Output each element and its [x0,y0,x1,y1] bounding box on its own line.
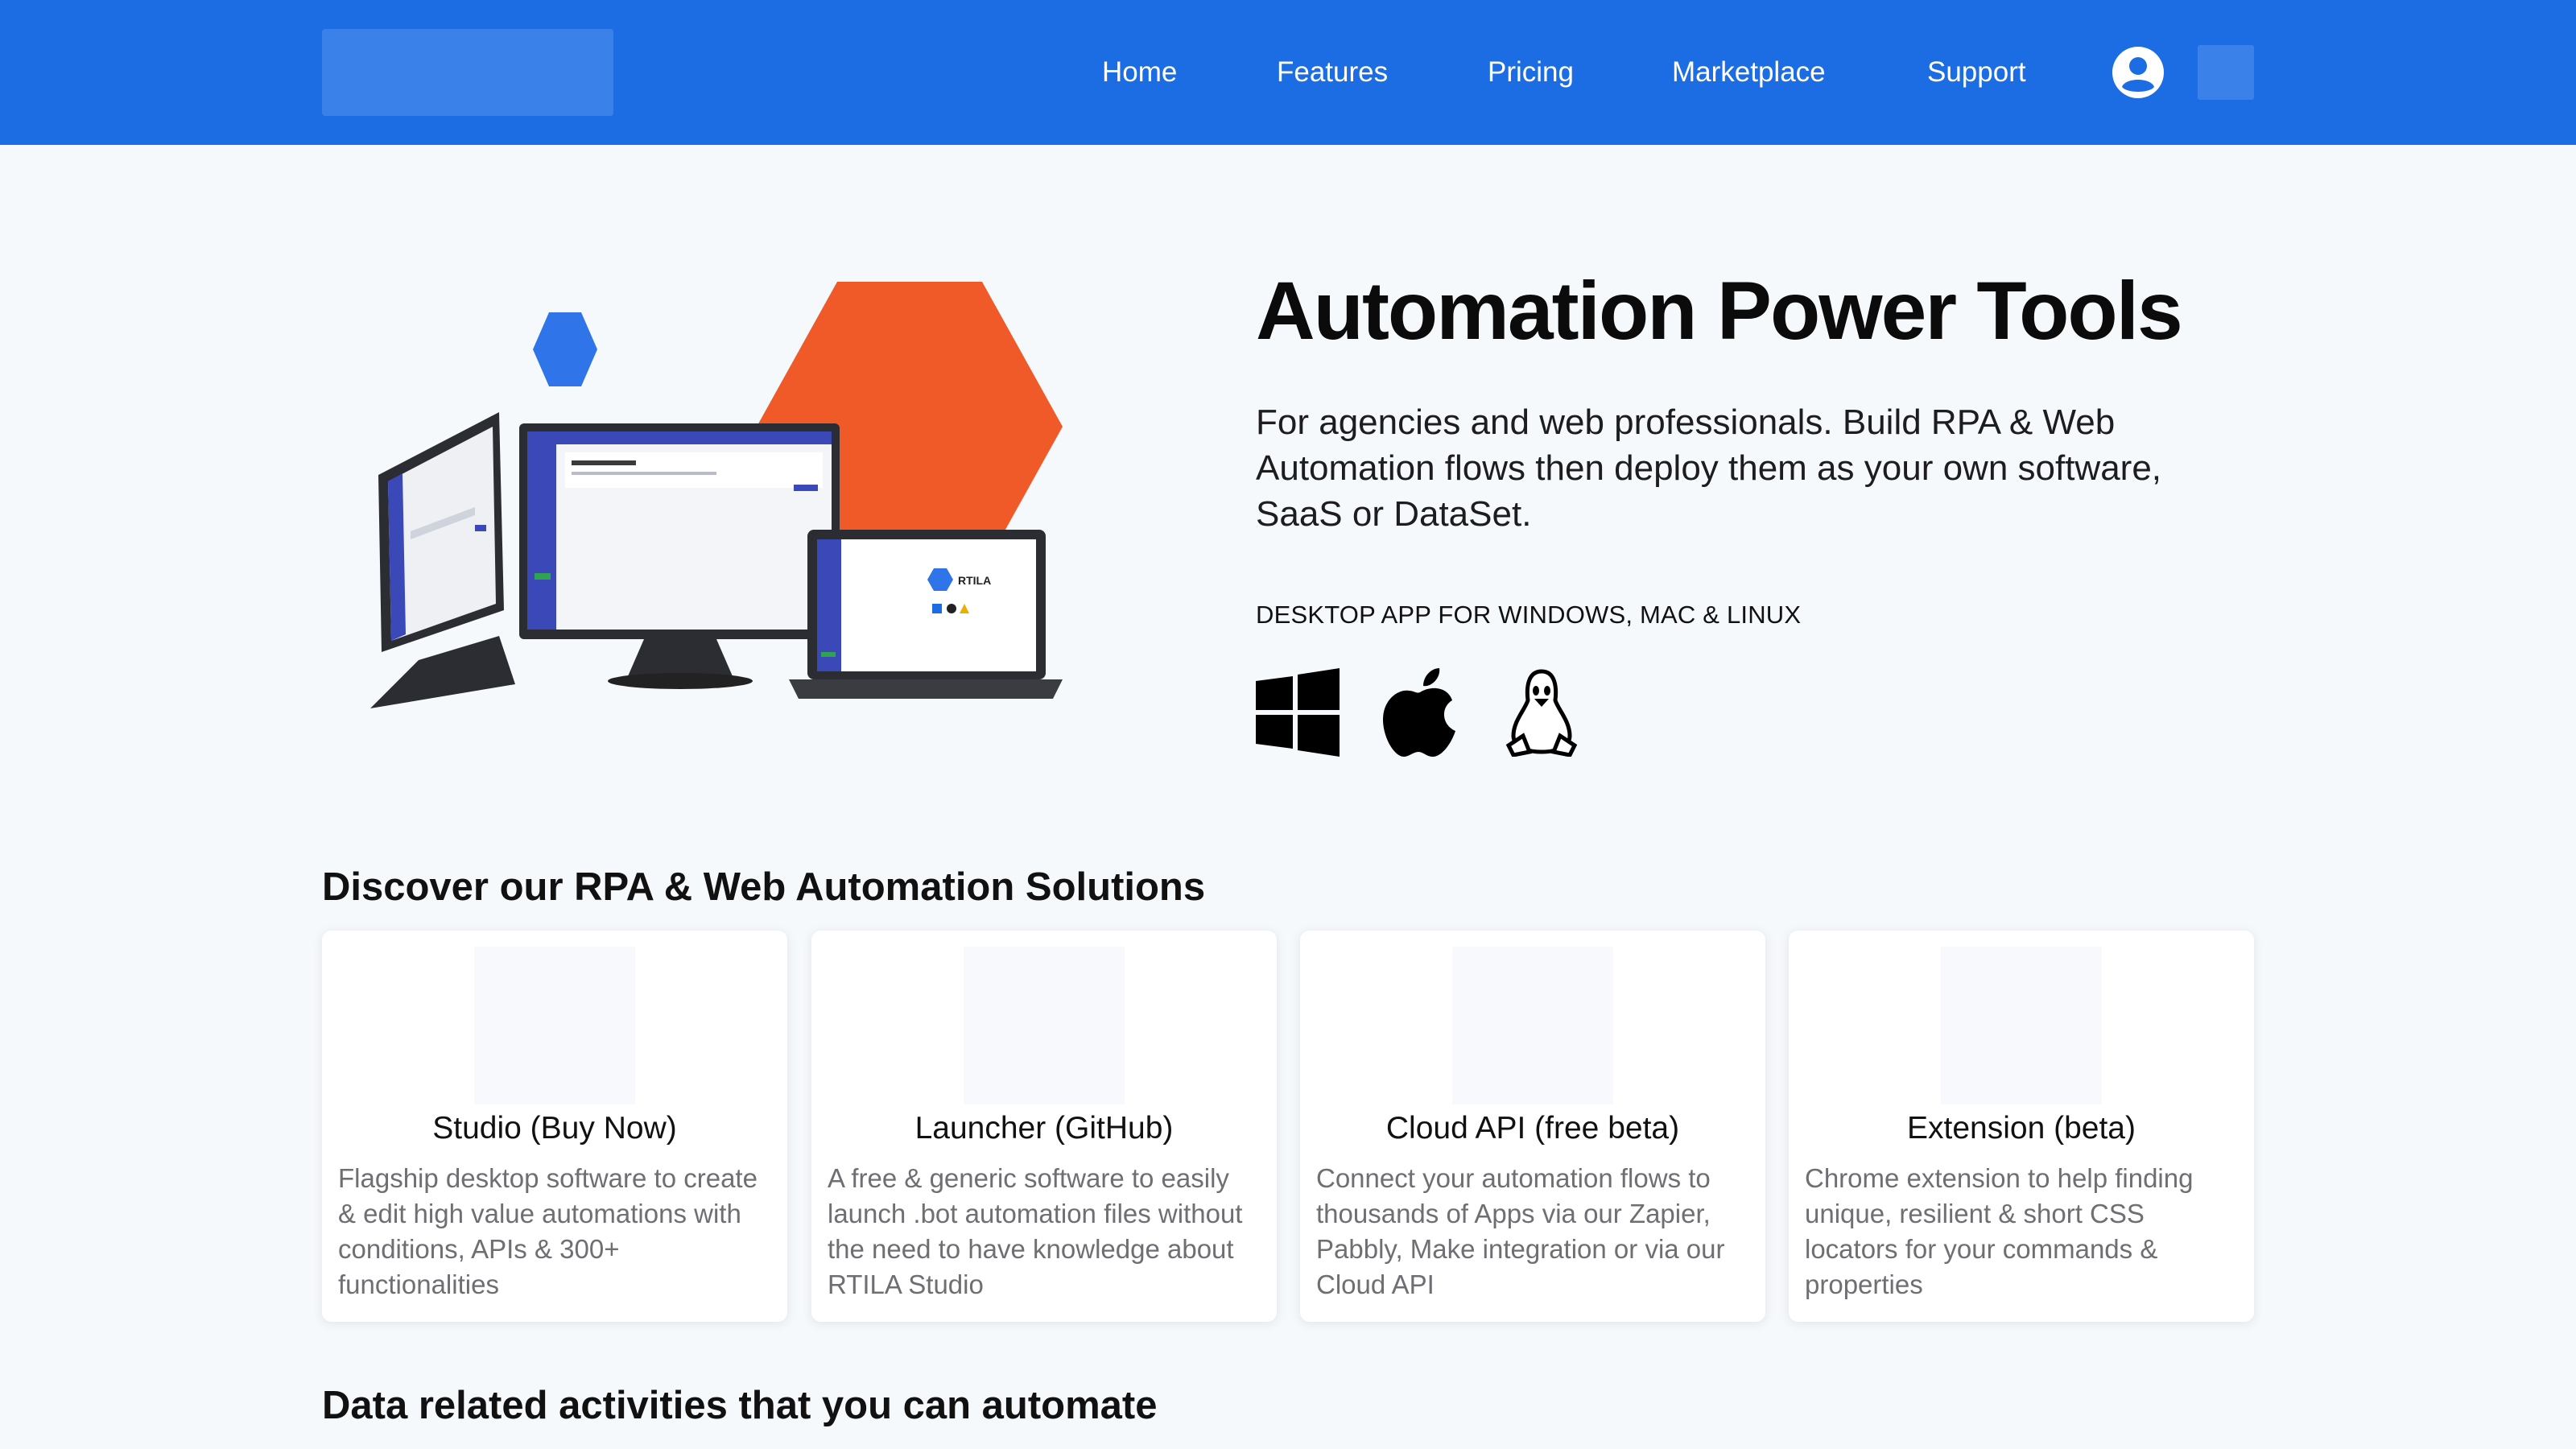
card-description: Flagship desktop software to create & ed… [338,1163,758,1299]
activities-heading: Data related activities that you can aut… [322,1384,1158,1427]
windows-icon[interactable] [1256,668,1340,757]
solution-card-extension[interactable]: Extension (beta) Chrome extension to hel… [1789,931,2254,1322]
card-title[interactable]: Extension (beta) [1789,1106,2254,1151]
apple-icon[interactable] [1383,668,1457,757]
laptop-brand-text: RTILA [958,574,991,587]
hero-subtitle: For agencies and web professionals. Buil… [1256,402,2162,534]
nav-link-pricing[interactable]: Pricing [1488,52,1574,93]
solutions-heading: Discover our RPA & Web Automation Soluti… [322,865,1206,909]
center-monitor-graphic [519,423,840,689]
site-logo[interactable] [322,29,613,116]
card-title[interactable]: Cloud API (free beta) [1300,1106,1765,1151]
hero-title: Automation Power Tools [1256,265,2183,357]
nav-link-home[interactable]: Home [1102,52,1177,93]
nav-link-marketplace[interactable]: Marketplace [1672,52,1826,93]
top-navbar: Home Features Pricing Marketplace Suppor… [0,0,2576,145]
card-title[interactable]: Studio (Buy Now) [322,1106,787,1151]
laptop-graphic: RTILA [789,530,1063,699]
left-monitor-graphic [370,412,515,708]
card-image [1941,947,2102,1104]
card-image [474,947,635,1104]
platform-label: DESKTOP APP FOR WINDOWS, MAC & LINUX [1256,601,1802,629]
hero-devices-illustration: RTILA [370,282,1063,708]
nav-link-features[interactable]: Features [1277,52,1388,93]
nav-menu-button[interactable] [2198,45,2254,100]
blue-hexagon [533,312,597,386]
card-description: A free & generic software to easily laun… [828,1163,1243,1299]
card-description: Connect your automation flows to thousan… [1316,1163,1725,1299]
linux-icon[interactable] [1505,668,1578,757]
card-image [1452,947,1613,1104]
card-title[interactable]: Launcher (GitHub) [811,1106,1277,1151]
nav-link-support[interactable]: Support [1927,52,2026,93]
user-circle-icon[interactable] [2111,45,2165,100]
solution-card-studio[interactable]: Studio (Buy Now) Flagship desktop softwa… [322,931,787,1322]
card-image [964,947,1125,1104]
solution-card-launcher[interactable]: Launcher (GitHub) A free & generic softw… [811,931,1277,1322]
solution-card-cloud-api[interactable]: Cloud API (free beta) Connect your autom… [1300,931,1765,1322]
card-description: Chrome extension to help finding unique,… [1805,1163,2194,1299]
